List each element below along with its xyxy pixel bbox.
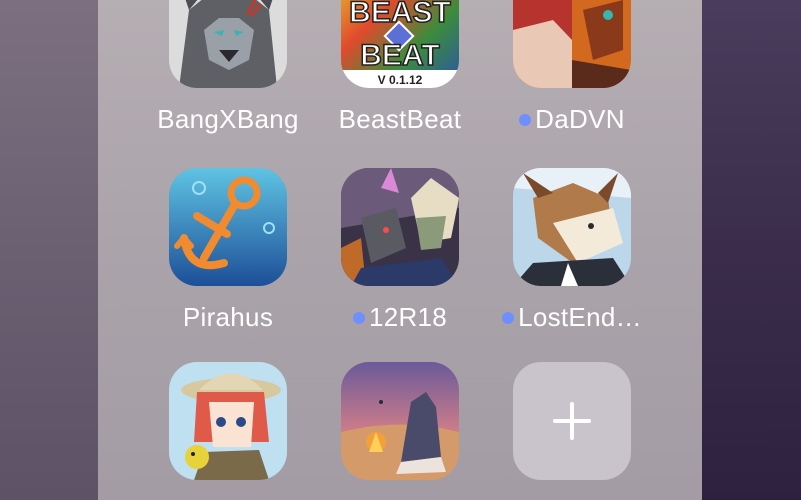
app-folder-panel: BangXBang BEAST BEAT V 0.1.12 BeastBeat …: [98, 0, 702, 500]
group-characters-icon[interactable]: [341, 168, 459, 286]
background-left: [0, 0, 100, 500]
app-lostend[interactable]: LostEnd…: [486, 168, 658, 333]
app-explorer[interactable]: [142, 362, 314, 496]
beach-sunset-icon[interactable]: [341, 362, 459, 480]
app-pirahus[interactable]: Pirahus: [142, 168, 314, 333]
new-indicator-dot: [502, 311, 515, 324]
app-dadvn[interactable]: DaDVN: [486, 0, 658, 135]
app-bangxbang[interactable]: BangXBang: [142, 0, 314, 135]
add-icon[interactable]: [513, 362, 631, 480]
app-label: LostEnd…: [486, 302, 658, 333]
beastbeat-logo-icon[interactable]: BEAST BEAT V 0.1.12: [341, 0, 459, 88]
anchor-icon[interactable]: [169, 168, 287, 286]
app-label: BeastBeat: [338, 104, 462, 134]
version-text: V 0.1.12: [378, 73, 423, 87]
dragon-character-icon[interactable]: [513, 0, 631, 88]
background-right: [701, 0, 801, 500]
app-label: BangXBang: [157, 104, 299, 134]
explorer-girl-icon[interactable]: [169, 362, 287, 480]
new-indicator-dot: [519, 113, 532, 126]
logo-bottom-text: BEAT: [360, 39, 439, 72]
app-label: Pirahus: [182, 302, 274, 332]
horned-character-icon[interactable]: [513, 168, 631, 286]
new-indicator-dot: [352, 311, 365, 324]
app-label: DaDVN: [486, 104, 658, 135]
app-beach[interactable]: [314, 362, 486, 496]
app-label: 12R18: [314, 302, 486, 333]
app-beastbeat[interactable]: BEAST BEAT V 0.1.12 BeastBeat: [314, 0, 486, 135]
app-12r18[interactable]: 12R18: [314, 168, 486, 333]
add-app-button[interactable]: [486, 362, 658, 496]
wolf-character-icon[interactable]: [169, 0, 287, 88]
